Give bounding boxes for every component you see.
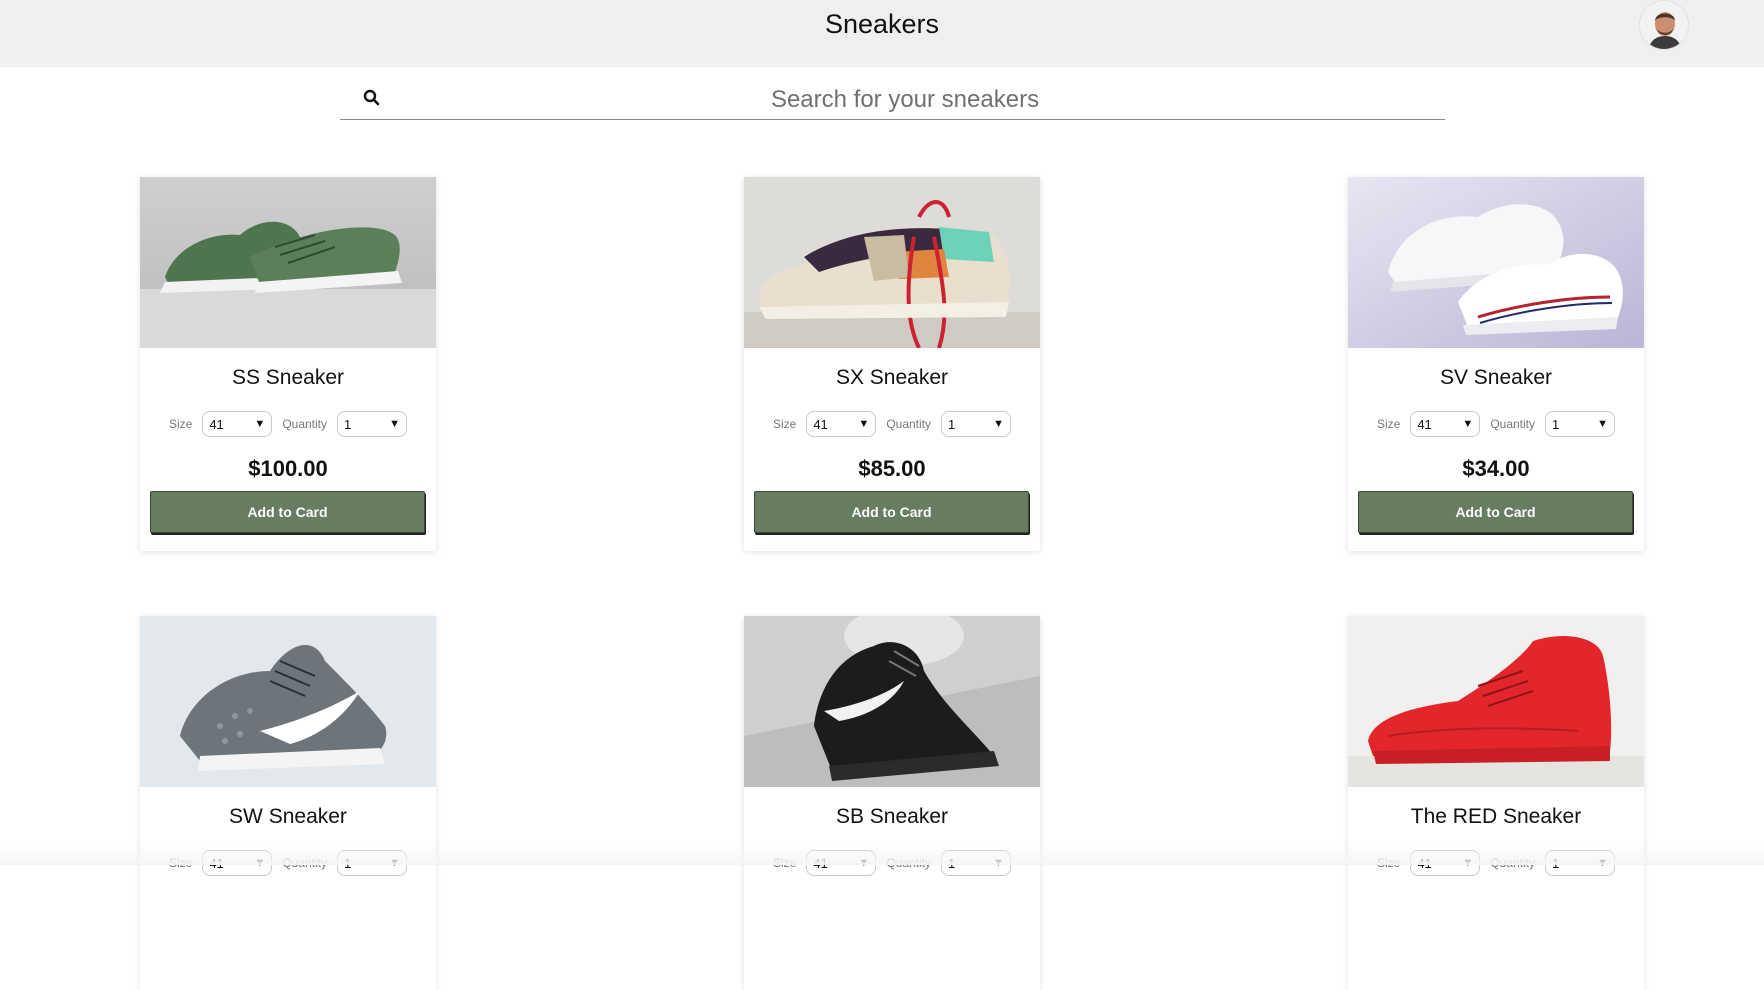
product-price: $100.00 bbox=[248, 456, 328, 481]
product-image[interactable] bbox=[1348, 616, 1644, 787]
chevron-down-icon: ▼ bbox=[993, 418, 1005, 430]
chevron-down-icon: ▼ bbox=[1462, 418, 1474, 430]
page-title: Sneakers bbox=[824, 9, 940, 39]
product-price: $85.00 bbox=[858, 456, 926, 481]
green-sneaker-image bbox=[140, 177, 436, 348]
product-card: SS Sneaker Size 41 ▼ Quantity 1 ▼ $100.0… bbox=[140, 177, 436, 551]
options-row: Size 41 ▼ Quantity 1 ▼ bbox=[744, 411, 1040, 437]
options-row: Size 41 ▼ Quantity 1 ▼ bbox=[140, 411, 436, 437]
quantity-label: Quantity bbox=[886, 417, 932, 431]
product-name: SS Sneaker bbox=[231, 366, 345, 389]
size-label: Size bbox=[168, 417, 193, 431]
search-icon[interactable] bbox=[362, 88, 382, 108]
quantity-value: 1 bbox=[344, 416, 352, 432]
product-image[interactable] bbox=[140, 177, 436, 348]
top-header: Sneakers bbox=[0, 0, 1764, 67]
white-sneaker-image bbox=[1348, 177, 1644, 348]
product-name: SB Sneaker bbox=[835, 805, 949, 828]
product-image[interactable] bbox=[1348, 177, 1644, 348]
chevron-down-icon: ▼ bbox=[1597, 418, 1609, 430]
product-name: The RED Sneaker bbox=[1410, 805, 1582, 828]
quantity-select[interactable]: 1 ▼ bbox=[941, 411, 1012, 437]
size-select[interactable]: 41 ▼ bbox=[806, 411, 877, 437]
product-card: SX Sneaker Size 41 ▼ Quantity 1 ▼ $85.00… bbox=[744, 177, 1040, 551]
quantity-select[interactable]: 1 ▼ bbox=[337, 411, 408, 437]
product-card: The RED Sneaker Size 41 ▼ Quantity 1 ▼ bbox=[1348, 616, 1644, 990]
chevron-down-icon: ▼ bbox=[858, 418, 870, 430]
size-value: 41 bbox=[209, 416, 224, 432]
product-card: SW Sneaker Size 41 ▼ Quantity 1 ▼ bbox=[140, 616, 436, 990]
search-bar bbox=[340, 80, 1445, 120]
colorful-sneaker-image bbox=[744, 177, 1040, 348]
product-image[interactable] bbox=[744, 177, 1040, 348]
product-image[interactable] bbox=[744, 616, 1040, 787]
chevron-down-icon: ▼ bbox=[389, 418, 401, 430]
scroll-fade bbox=[0, 845, 1764, 865]
product-card: SV Sneaker Size 41 ▼ Quantity 1 ▼ $34.00… bbox=[1348, 177, 1644, 551]
quantity-value: 1 bbox=[1552, 416, 1560, 432]
quantity-label: Quantity bbox=[282, 417, 328, 431]
product-name: SW Sneaker bbox=[229, 805, 347, 828]
search-input[interactable] bbox=[400, 82, 1410, 118]
size-select[interactable]: 41 ▼ bbox=[202, 411, 273, 437]
options-row: Size 41 ▼ Quantity 1 ▼ bbox=[1348, 411, 1644, 437]
size-select[interactable]: 41 ▼ bbox=[1410, 411, 1481, 437]
add-to-cart-button[interactable]: Add to Card bbox=[754, 491, 1029, 533]
add-to-cart-button[interactable]: Add to Card bbox=[150, 491, 425, 533]
quantity-label: Quantity bbox=[1490, 417, 1536, 431]
quantity-select[interactable]: 1 ▼ bbox=[1545, 411, 1616, 437]
product-name: SX Sneaker bbox=[835, 366, 949, 389]
product-name: SV Sneaker bbox=[1439, 366, 1553, 389]
product-image[interactable] bbox=[140, 616, 436, 787]
size-label: Size bbox=[1376, 417, 1401, 431]
size-value: 41 bbox=[813, 416, 828, 432]
size-value: 41 bbox=[1417, 416, 1432, 432]
red-sneaker-image bbox=[1348, 616, 1644, 787]
black-sneaker-image bbox=[744, 616, 1040, 787]
user-avatar-icon bbox=[1640, 1, 1688, 49]
product-price: $34.00 bbox=[1462, 456, 1530, 481]
chevron-down-icon: ▼ bbox=[254, 418, 266, 430]
add-to-cart-button[interactable]: Add to Card bbox=[1358, 491, 1633, 533]
knit-sneaker-image bbox=[140, 616, 436, 787]
quantity-value: 1 bbox=[948, 416, 956, 432]
product-card: SB Sneaker Size 41 ▼ Quantity 1 ▼ bbox=[744, 616, 1040, 990]
size-label: Size bbox=[772, 417, 797, 431]
avatar[interactable] bbox=[1639, 0, 1689, 50]
